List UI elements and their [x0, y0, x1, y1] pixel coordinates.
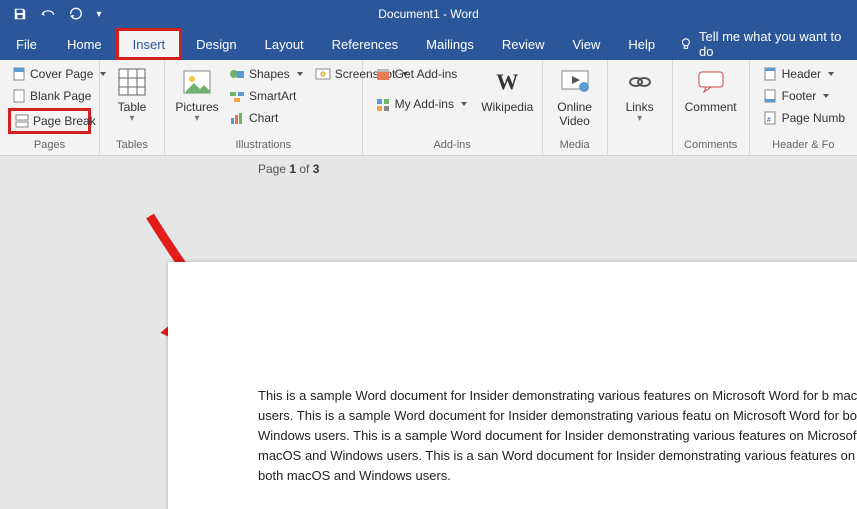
tab-design[interactable]: Design	[182, 28, 250, 60]
blank-page-icon	[12, 88, 26, 104]
chart-button[interactable]: Chart	[225, 108, 307, 128]
undo-button[interactable]	[36, 3, 60, 25]
page-break-label: Page Break	[33, 114, 96, 128]
pictures-button[interactable]: Pictures ▾	[173, 64, 221, 124]
chart-icon	[229, 110, 245, 126]
document-page[interactable]: This is a sample Word document for Insid…	[168, 262, 857, 509]
online-video-icon	[559, 66, 591, 98]
pictures-dropdown-icon: ▾	[194, 113, 199, 124]
group-links: Links ▾	[608, 60, 673, 155]
tell-me-label: Tell me what you want to do	[699, 29, 857, 59]
group-pages: Cover Page Blank Page Page Break Pages	[0, 60, 100, 155]
group-addins: Get Add-ins My Add-ins W Wikipedia Add-i…	[363, 60, 543, 155]
tab-layout[interactable]: Layout	[251, 28, 318, 60]
group-header-footer: Header Footer # Page Numb Header & Fo	[750, 60, 857, 155]
comment-button[interactable]: Comment	[681, 64, 741, 114]
page-break-icon	[15, 113, 29, 129]
page-indicator: Page 1 of 3	[258, 162, 319, 176]
blank-page-button[interactable]: Blank Page	[8, 86, 91, 106]
group-pages-label: Pages	[8, 139, 91, 153]
tab-insert[interactable]: Insert	[116, 28, 183, 60]
group-comments-label: Comments	[681, 139, 741, 153]
ribbon-tabs: File Home Insert Design Layout Reference…	[0, 28, 857, 60]
cover-page-button[interactable]: Cover Page	[8, 64, 91, 84]
title-bar: ▾ Document1 - Word	[0, 0, 857, 28]
group-tables: Table ▾ Tables	[100, 60, 165, 155]
pictures-label: Pictures	[175, 100, 218, 114]
links-dropdown-icon: ▾	[637, 113, 642, 124]
smartart-button[interactable]: SmartArt	[225, 86, 307, 106]
cover-page-label: Cover Page	[30, 67, 93, 81]
links-label: Links	[626, 100, 654, 114]
tab-help[interactable]: Help	[614, 28, 669, 60]
footer-icon	[762, 88, 778, 104]
table-button[interactable]: Table ▾	[108, 64, 156, 124]
quick-access-toolbar: ▾	[0, 3, 106, 25]
page-number-label: Page Numb	[782, 111, 845, 125]
get-addins-button[interactable]: Get Add-ins	[371, 64, 471, 84]
redo-button[interactable]	[64, 3, 88, 25]
get-addins-label: Get Add-ins	[395, 67, 458, 81]
screenshot-icon	[315, 66, 331, 82]
shapes-icon	[229, 66, 245, 82]
comment-label: Comment	[685, 100, 737, 114]
shapes-button[interactable]: Shapes	[225, 64, 307, 84]
smartart-icon	[229, 88, 245, 104]
group-comments: Comment Comments	[673, 60, 750, 155]
online-video-button[interactable]: Online Video	[551, 64, 599, 128]
footer-label: Footer	[782, 89, 817, 103]
document-area: Page 1 of 3 This is a sample Word docume…	[0, 156, 857, 509]
page-number-icon: #	[762, 110, 778, 126]
online-video-label: Online Video	[557, 100, 592, 128]
tab-home[interactable]: Home	[53, 28, 116, 60]
tab-view[interactable]: View	[558, 28, 614, 60]
group-links-label	[616, 151, 664, 153]
page-break-button[interactable]: Page Break	[8, 108, 91, 134]
page-number-button[interactable]: # Page Numb	[758, 108, 849, 128]
group-illustrations: Pictures ▾ Shapes SmartArt Chart	[165, 60, 363, 155]
my-addins-label: My Add-ins	[395, 97, 454, 111]
pictures-icon	[181, 66, 213, 98]
lightbulb-icon	[679, 37, 693, 51]
smartart-label: SmartArt	[249, 89, 296, 103]
group-illustrations-label: Illustrations	[173, 139, 354, 153]
group-headerfooter-label: Header & Fo	[758, 139, 849, 153]
comment-icon	[695, 66, 727, 98]
header-button[interactable]: Header	[758, 64, 849, 84]
tab-mailings[interactable]: Mailings	[412, 28, 488, 60]
header-label: Header	[782, 67, 821, 81]
wikipedia-button[interactable]: W Wikipedia	[481, 64, 534, 114]
wikipedia-icon: W	[491, 66, 523, 98]
tab-review[interactable]: Review	[488, 28, 559, 60]
chart-label: Chart	[249, 111, 278, 125]
table-icon	[116, 66, 148, 98]
my-addins-button[interactable]: My Add-ins	[371, 94, 471, 114]
ribbon: Cover Page Blank Page Page Break Pages T…	[0, 60, 857, 156]
window-title: Document1 - Word	[378, 7, 478, 21]
group-addins-label: Add-ins	[371, 139, 534, 153]
customize-qat-dropdown[interactable]: ▾	[92, 3, 106, 25]
tab-references[interactable]: References	[318, 28, 412, 60]
save-button[interactable]	[8, 3, 32, 25]
shapes-label: Shapes	[249, 67, 290, 81]
addins-icon	[375, 96, 391, 112]
blank-page-label: Blank Page	[30, 89, 91, 103]
cover-page-icon	[12, 66, 26, 82]
group-tables-label: Tables	[108, 139, 156, 153]
wikipedia-label: Wikipedia	[481, 100, 533, 114]
group-media: Online Video Media	[543, 60, 608, 155]
link-icon	[624, 66, 656, 98]
footer-button[interactable]: Footer	[758, 86, 849, 106]
svg-text:#: #	[767, 117, 771, 124]
links-button[interactable]: Links ▾	[616, 64, 664, 124]
group-media-label: Media	[551, 139, 599, 153]
store-icon	[375, 66, 391, 82]
tab-file[interactable]: File	[0, 28, 53, 60]
header-icon	[762, 66, 778, 82]
table-dropdown-icon: ▾	[129, 113, 134, 124]
table-label: Table	[118, 100, 147, 114]
tell-me-search[interactable]: Tell me what you want to do	[669, 29, 857, 59]
body-text: This is a sample Word document for Insid…	[258, 386, 857, 486]
